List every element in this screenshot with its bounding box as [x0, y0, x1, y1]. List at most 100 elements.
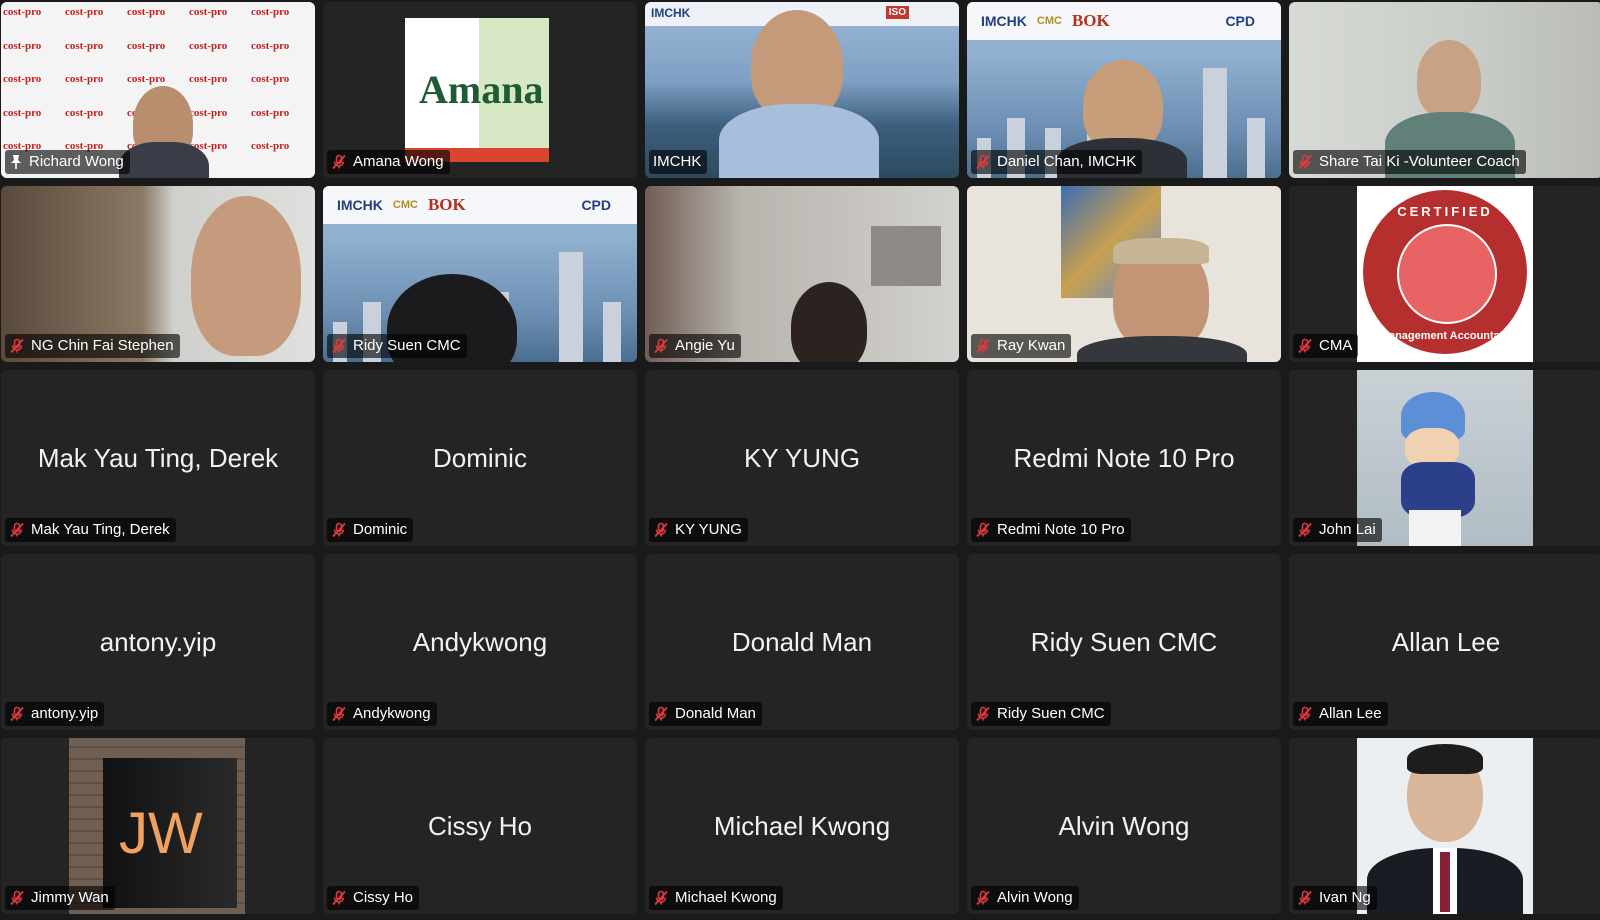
participant-display-name: Ridy Suen CMC — [1030, 627, 1218, 657]
participant-name-label: Dominic — [327, 518, 414, 542]
participant-tile[interactable]: IMCHK CMC BOK CPD Daniel Chan, IMCHK — [967, 2, 1281, 178]
cost-pro-logo: cost-pro — [65, 106, 104, 119]
microphone-muted-icon — [975, 522, 991, 538]
microphone-muted-icon — [331, 338, 347, 354]
participant-name: Ridy Suen CMC — [997, 705, 1105, 722]
participant-name: Allan Lee — [1319, 705, 1382, 722]
participant-name: CMA — [1319, 337, 1353, 354]
participant-name: Mak Yau Ting, Derek — [31, 521, 170, 538]
cost-pro-logo: cost-pro — [3, 106, 42, 119]
participant-name: Amana Wong — [353, 153, 444, 170]
participant-name-label: Mak Yau Ting, Derek — [5, 518, 176, 542]
participant-display-name: Andykwong — [412, 627, 548, 657]
participant-name-label: Andykwong — [327, 702, 437, 726]
microphone-muted-icon — [653, 522, 669, 538]
participant-name-label: antony.yip — [5, 702, 105, 726]
participant-tile[interactable]: Ray Kwan — [967, 186, 1281, 362]
participant-name: Donald Man — [675, 705, 756, 722]
participant-name-label: KY YUNG — [649, 518, 748, 542]
participant-name-label: Redmi Note 10 Pro — [971, 518, 1131, 542]
participant-display-name: Redmi Note 10 Pro — [1013, 443, 1235, 473]
participant-tile[interactable]: Angie Yu — [645, 186, 959, 362]
cost-pro-logo: cost-pro — [127, 6, 166, 18]
participant-tile[interactable]: antony.yip antony.yip — [1, 554, 315, 730]
participant-tile[interactable]: NG Chin Fai Stephen — [1, 186, 315, 362]
cost-pro-logo: cost-pro — [251, 140, 290, 153]
participant-name-label: CMA — [1293, 334, 1359, 358]
participant-tile[interactable]: KY YUNG KY YUNG — [645, 370, 959, 546]
participant-tile[interactable]: Alvin Wong Alvin Wong — [967, 738, 1281, 914]
participant-display-name: KY YUNG — [743, 443, 861, 473]
participant-tile[interactable]: JW Jimmy Wan — [1, 738, 315, 914]
microphone-muted-icon — [653, 338, 669, 354]
microphone-muted-icon — [653, 706, 669, 722]
cost-pro-logo: cost-pro — [189, 106, 228, 119]
participant-name-label: NG Chin Fai Stephen — [5, 334, 180, 358]
participant-name: Dominic — [353, 521, 408, 538]
participant-name: Redmi Note 10 Pro — [997, 521, 1125, 538]
participant-name-label: Ridy Suen CMC — [327, 334, 467, 358]
microphone-muted-icon — [1297, 890, 1313, 906]
participant-tile[interactable]: Michael Kwong Michael Kwong — [645, 738, 959, 914]
participant-name: antony.yip — [31, 705, 99, 722]
microphone-muted-icon — [9, 338, 25, 354]
participant-name-label: Share Tai Ki -Volunteer Coach — [1293, 150, 1526, 174]
microphone-muted-icon — [653, 890, 669, 906]
participant-name: Michael Kwong — [675, 889, 777, 906]
participant-tile[interactable]: IMCHK CMC BOK CPD Ridy Suen CMC — [323, 186, 637, 362]
participant-tile[interactable]: Andykwong Andykwong — [323, 554, 637, 730]
participant-name: John Lai — [1319, 521, 1376, 538]
participant-name: NG Chin Fai Stephen — [31, 337, 174, 354]
participant-display-name: Donald Man — [731, 627, 873, 657]
participant-tile[interactable]: Allan Lee Allan Lee — [1289, 554, 1600, 730]
participant-display-name: antony.yip — [99, 627, 217, 657]
participant-tile[interactable]: Dominic Dominic — [323, 370, 637, 546]
participant-tile[interactable]: Share Tai Ki -Volunteer Coach — [1289, 2, 1600, 178]
microphone-muted-icon — [1297, 522, 1313, 538]
microphone-muted-icon — [331, 154, 347, 170]
participant-display-name: Cissy Ho — [427, 811, 532, 841]
participant-display-name: Allan Lee — [1391, 627, 1501, 657]
cost-pro-logo: cost-pro — [3, 39, 42, 52]
participant-tile[interactable]: John Lai — [1289, 370, 1600, 546]
cost-pro-logo: cost-pro — [251, 6, 290, 18]
participant-tile[interactable]: Cissy Ho Cissy Ho — [323, 738, 637, 914]
participant-display-name: Dominic — [433, 443, 527, 473]
participant-name-label: IMCHK — [649, 150, 708, 174]
microphone-muted-icon — [1297, 154, 1313, 170]
participant-name-label: Cissy Ho — [327, 886, 420, 910]
microphone-muted-icon — [9, 706, 25, 722]
amana-logo: Amana — [405, 18, 549, 162]
microphone-muted-icon — [975, 154, 991, 170]
cost-pro-logo: cost-pro — [3, 6, 42, 18]
participant-tile[interactable]: Ridy Suen CMC Ridy Suen CMC — [967, 554, 1281, 730]
participant-tile[interactable]: Donald Man Donald Man — [645, 554, 959, 730]
participant-name-label: Ivan Ng — [1293, 886, 1377, 910]
participant-tile[interactable]: cost-pro cost-pro cost-pro cost-pro cost-pro… — [1, 2, 315, 178]
participant-name: Ivan Ng — [1319, 889, 1371, 906]
microphone-muted-icon — [331, 522, 347, 538]
participant-name-label: John Lai — [1293, 518, 1382, 542]
participant-name-label: Allan Lee — [1293, 702, 1388, 726]
participant-tile[interactable]: Redmi Note 10 Pro Redmi Note 10 Pro — [967, 370, 1281, 546]
participant-tile[interactable]: CERTIFIED Management Accountant CMA — [1289, 186, 1600, 362]
participant-name: Angie Yu — [675, 337, 735, 354]
cost-pro-logo: cost-pro — [251, 106, 290, 119]
microphone-muted-icon — [331, 706, 347, 722]
participant-tile[interactable]: Amana Amana Wong — [323, 2, 637, 178]
participant-tile[interactable]: Mak Yau Ting, Derek Mak Yau Ting, Derek — [1, 370, 315, 546]
participant-name: Ridy Suen CMC — [353, 337, 461, 354]
participant-name-label: Ray Kwan — [971, 334, 1072, 358]
microphone-muted-icon — [331, 890, 347, 906]
golfer-cartoon-avatar — [1357, 370, 1533, 546]
cost-pro-logo: cost-pro — [189, 39, 228, 52]
microphone-muted-icon — [975, 338, 991, 354]
participant-tile[interactable]: Ivan Ng — [1289, 738, 1600, 914]
cost-pro-logo: cost-pro — [3, 73, 42, 86]
microphone-muted-icon — [1297, 338, 1313, 354]
cost-pro-logo: cost-pro — [189, 73, 228, 86]
participant-name: IMCHK — [653, 153, 702, 170]
cost-pro-logo: cost-pro — [65, 6, 104, 18]
participant-name-label: Daniel Chan, IMCHK — [971, 150, 1143, 174]
participant-tile[interactable]: IMCHK ISO IMCHK — [645, 2, 959, 178]
